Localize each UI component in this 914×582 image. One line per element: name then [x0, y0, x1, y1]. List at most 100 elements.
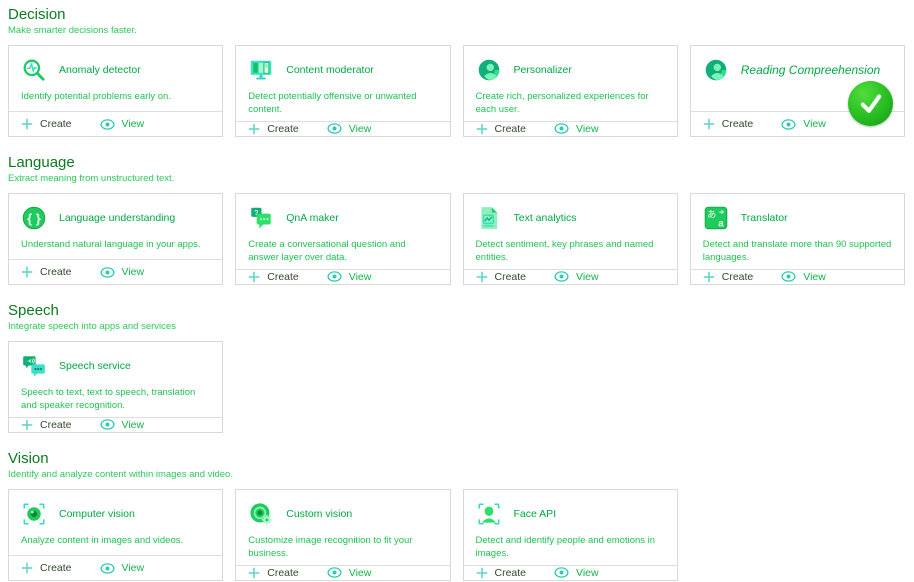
card-body: Custom vision Customize image recognitio… [236, 490, 449, 565]
card-footer: Create View [236, 565, 449, 580]
section-title: Decision [8, 6, 906, 24]
create-button[interactable]: Create [21, 419, 72, 431]
service-card[interactable]: ? QnA maker Create a conversational ques… [235, 193, 450, 285]
plus-icon [248, 271, 260, 283]
create-button[interactable]: Create [248, 123, 299, 135]
section-subtitle: Extract meaning from unstructured text. [8, 173, 906, 185]
service-section: Speech Integrate speech into apps and se… [8, 302, 906, 433]
create-button[interactable]: Create [476, 271, 527, 283]
view-label: View [349, 271, 372, 283]
language-understanding-icon: { } [21, 205, 47, 231]
plus-icon [21, 118, 33, 130]
plus-icon [703, 118, 715, 130]
card-grid: Anomaly detector Identify potential prob… [8, 45, 905, 137]
create-button[interactable]: Create [248, 567, 299, 579]
card-head: Reading Compreehension [703, 57, 892, 83]
section-subtitle: Identify and analyze content within imag… [8, 469, 906, 481]
card-description: Detect potentially offensive or unwanted… [248, 91, 437, 117]
card-head: あa Translator [703, 205, 892, 231]
card-description: Understand natural language in your apps… [21, 239, 210, 252]
eye-icon [554, 567, 569, 578]
view-label: View [349, 567, 372, 579]
card-description: Create a conversational question and ans… [248, 239, 437, 265]
service-card[interactable]: Custom vision Customize image recognitio… [235, 489, 450, 581]
card-grid: { } Language understanding Understand na… [8, 193, 905, 285]
section-subtitle: Integrate speech into apps and services [8, 321, 906, 333]
section-title: Language [8, 154, 906, 172]
service-card[interactable]: あa Translator Detect and translate more … [690, 193, 905, 285]
view-button[interactable]: View [100, 118, 145, 130]
eye-icon [100, 119, 115, 130]
card-footer: Create View [236, 269, 449, 284]
view-button[interactable]: View [554, 567, 599, 579]
create-button[interactable]: Create [476, 123, 527, 135]
plus-icon [21, 266, 33, 278]
service-section: Decision Make smarter decisions faster. … [8, 6, 906, 137]
service-card[interactable]: Content moderator Detect potentially off… [235, 45, 450, 137]
card-grid: Speech service Speech to text, text to s… [8, 341, 905, 433]
card-body: { } Language understanding Understand na… [9, 194, 222, 259]
service-card[interactable]: Text analytics Detect sentiment, key phr… [463, 193, 678, 285]
service-card[interactable]: Speech service Speech to text, text to s… [8, 341, 223, 433]
create-label: Create [722, 118, 754, 130]
create-button[interactable]: Create [21, 562, 72, 574]
card-head: Personalizer [476, 57, 665, 83]
card-body: Speech service Speech to text, text to s… [9, 342, 222, 417]
card-head: Anomaly detector [21, 57, 210, 83]
card-head: ? QnA maker [248, 205, 437, 231]
service-card[interactable]: Reading Compreehension Create View [690, 45, 905, 137]
personalizer-icon [476, 57, 502, 83]
card-title: Translator [741, 212, 788, 224]
service-card[interactable]: Computer vision Analyze content in image… [8, 489, 223, 581]
view-button[interactable]: View [781, 118, 826, 130]
computer-vision-icon [21, 501, 47, 527]
create-label: Create [40, 562, 72, 574]
view-label: View [122, 419, 145, 431]
create-button[interactable]: Create [703, 118, 754, 130]
view-button[interactable]: View [781, 271, 826, 283]
create-button[interactable]: Create [21, 266, 72, 278]
create-button[interactable]: Create [703, 271, 754, 283]
eye-icon [554, 271, 569, 282]
reading-comprehension-icon [703, 57, 729, 83]
service-card[interactable]: Anomaly detector Identify potential prob… [8, 45, 223, 137]
section-title: Vision [8, 450, 906, 468]
service-card[interactable]: Face API Detect and identify people and … [463, 489, 678, 581]
card-title: Face API [514, 508, 557, 520]
create-label: Create [40, 266, 72, 278]
view-button[interactable]: View [327, 123, 372, 135]
face-api-icon [476, 501, 502, 527]
card-body: Personalizer Create rich, personalized e… [464, 46, 677, 121]
completed-check-badge [848, 81, 893, 126]
service-card[interactable]: Personalizer Create rich, personalized e… [463, 45, 678, 137]
view-button[interactable]: View [554, 271, 599, 283]
view-label: View [122, 562, 145, 574]
view-button[interactable]: View [100, 266, 145, 278]
create-button[interactable]: Create [476, 567, 527, 579]
card-title: Custom vision [286, 508, 352, 520]
create-button[interactable]: Create [21, 118, 72, 130]
plus-icon [248, 567, 260, 579]
card-head: Text analytics [476, 205, 665, 231]
view-button[interactable]: View [100, 562, 145, 574]
view-button[interactable]: View [327, 271, 372, 283]
plus-icon [21, 419, 33, 431]
create-button[interactable]: Create [248, 271, 299, 283]
view-button[interactable]: View [554, 123, 599, 135]
plus-icon [476, 271, 488, 283]
eye-icon [100, 563, 115, 574]
create-label: Create [267, 271, 299, 283]
create-label: Create [267, 123, 299, 135]
service-card[interactable]: { } Language understanding Understand na… [8, 193, 223, 285]
view-button[interactable]: View [100, 419, 145, 431]
card-head: Face API [476, 501, 665, 527]
eye-icon [781, 271, 796, 282]
card-title: Anomaly detector [59, 64, 141, 76]
view-label: View [122, 266, 145, 278]
card-description: Analyze content in images and videos. [21, 535, 210, 548]
card-body: Face API Detect and identify people and … [464, 490, 677, 565]
eye-icon [327, 123, 342, 134]
eye-icon [100, 267, 115, 278]
view-label: View [576, 271, 599, 283]
view-button[interactable]: View [327, 567, 372, 579]
